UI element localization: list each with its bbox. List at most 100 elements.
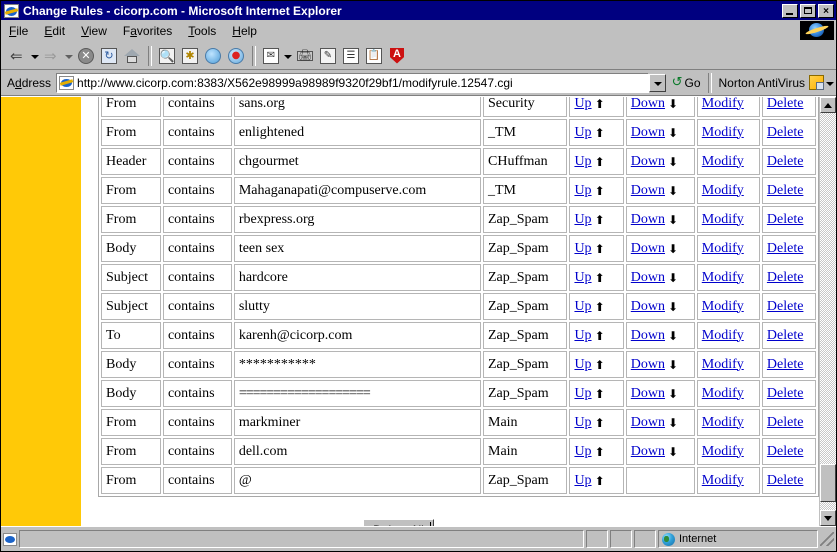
norton-antivirus-tray-icon[interactable]	[809, 75, 824, 90]
modify-link[interactable]: Modify	[702, 183, 744, 199]
modify-link[interactable]: Modify	[702, 473, 744, 489]
address-dropdown-button[interactable]	[648, 73, 666, 92]
move-up-link[interactable]: Up	[574, 270, 591, 286]
move-up-cell-arrow-icon: ⬆	[594, 299, 605, 314]
mail-icon[interactable]: ✉	[260, 45, 282, 67]
modify-link[interactable]: Modify	[702, 125, 744, 141]
forward-icon[interactable]: ⇒	[41, 45, 63, 67]
search-icon[interactable]: 🔍	[156, 45, 178, 67]
delete-link[interactable]: Delete	[767, 415, 804, 431]
refresh-icon[interactable]: ↻	[98, 45, 120, 67]
move-up-link[interactable]: Up	[574, 241, 591, 257]
move-down-link[interactable]: Down	[631, 444, 665, 460]
move-up-link[interactable]: Up	[574, 212, 591, 228]
delete-all-button[interactable]: Delete All	[363, 519, 434, 526]
delete-link[interactable]: Delete	[767, 183, 804, 199]
menu-item-file[interactable]: File	[1, 22, 36, 40]
move-up-link[interactable]: Up	[574, 125, 591, 141]
scroll-up-button[interactable]	[820, 97, 836, 113]
move-up-cell: Up ⬆	[569, 293, 624, 320]
close-button[interactable]: ×	[818, 3, 834, 18]
edit-icon[interactable]: ✎	[317, 45, 339, 67]
move-up-link[interactable]: Up	[574, 299, 591, 315]
modify-link[interactable]: Modify	[702, 154, 744, 170]
norton-antivirus-icon[interactable]	[386, 45, 408, 67]
delete-link[interactable]: Delete	[767, 97, 804, 112]
vertical-scrollbar[interactable]	[819, 97, 836, 526]
move-down-link[interactable]: Down	[631, 270, 665, 286]
modify-link[interactable]: Modify	[702, 328, 744, 344]
move-up-link[interactable]: Up	[574, 328, 591, 344]
delete-link[interactable]: Delete	[767, 299, 804, 315]
delete-cell: Delete	[761, 264, 816, 291]
delete-link[interactable]: Delete	[767, 357, 804, 373]
discuss-icon[interactable]: ☰	[340, 45, 362, 67]
move-down-link[interactable]: Down	[631, 212, 665, 228]
delete-link[interactable]: Delete	[767, 473, 804, 489]
modify-link[interactable]: Modify	[702, 415, 744, 431]
home-icon[interactable]	[121, 45, 143, 67]
move-down-link[interactable]: Down	[631, 241, 665, 257]
move-up-link[interactable]: Up	[574, 444, 591, 460]
delete-link[interactable]: Delete	[767, 241, 804, 257]
back-icon[interactable]: ⇐	[7, 45, 29, 67]
go-button[interactable]: ↺ Go	[667, 75, 708, 90]
delete-link[interactable]: Delete	[767, 125, 804, 141]
move-up-link[interactable]: Up	[574, 97, 591, 112]
menu-item-help[interactable]: Help	[224, 22, 265, 40]
minimize-button[interactable]	[782, 3, 798, 18]
resize-grip[interactable]	[820, 532, 834, 546]
move-down-link[interactable]: Down	[631, 125, 665, 141]
move-down-link[interactable]: Down	[631, 328, 665, 344]
channels-icon[interactable]: ●	[225, 45, 247, 67]
modify-link[interactable]: Modify	[702, 444, 744, 460]
delete-link[interactable]: Delete	[767, 444, 804, 460]
modify-link[interactable]: Modify	[702, 212, 744, 228]
scroll-down-button[interactable]	[820, 510, 836, 526]
favorites-icon[interactable]: ✱	[179, 45, 201, 67]
move-up-link[interactable]: Up	[574, 415, 591, 431]
modify-link[interactable]: Modify	[702, 97, 744, 112]
modify-link[interactable]: Modify	[702, 270, 744, 286]
move-down-link[interactable]: Down	[631, 183, 665, 199]
copy-icon[interactable]: 📋	[363, 45, 385, 67]
modify-link[interactable]: Modify	[702, 357, 744, 373]
move-up-link[interactable]: Up	[574, 386, 591, 402]
forward-dropdown-icon[interactable]	[64, 45, 73, 67]
modify-link[interactable]: Modify	[702, 299, 744, 315]
move-up-link[interactable]: Up	[574, 183, 591, 199]
modify-link[interactable]: Modify	[702, 386, 744, 402]
move-down-cell: Down ⬇	[625, 235, 695, 262]
menu-item-tools[interactable]: Tools	[180, 22, 224, 40]
delete-link[interactable]: Delete	[767, 270, 804, 286]
menu-item-edit[interactable]: Edit	[36, 22, 73, 40]
move-up-link[interactable]: Up	[574, 357, 591, 373]
norton-antivirus-label[interactable]: Norton AntiVirus	[712, 76, 810, 90]
delete-link[interactable]: Delete	[767, 212, 804, 228]
menu-item-view[interactable]: View	[73, 22, 115, 40]
move-up-link[interactable]: Up	[574, 473, 591, 489]
delete-link[interactable]: Delete	[767, 328, 804, 344]
move-down-link[interactable]: Down	[631, 154, 665, 170]
move-down-link[interactable]: Down	[631, 299, 665, 315]
modify-link[interactable]: Modify	[702, 241, 744, 257]
move-down-link[interactable]: Down	[631, 97, 665, 112]
back-dropdown-icon[interactable]	[30, 45, 39, 67]
move-up-link[interactable]: Up	[574, 154, 591, 170]
address-input[interactable]: http://www.cicorp.com:8383/X562e98999a98…	[56, 72, 649, 93]
move-down-link[interactable]: Down	[631, 357, 665, 373]
move-down-link[interactable]: Down	[631, 415, 665, 431]
print-icon[interactable]: 🖨	[294, 45, 316, 67]
history-icon[interactable]	[202, 45, 224, 67]
security-zone[interactable]: Internet	[658, 530, 818, 548]
delete-link[interactable]: Delete	[767, 154, 804, 170]
scrollbar-thumb[interactable]	[820, 464, 836, 502]
norton-dropdown-icon[interactable]	[824, 73, 836, 93]
scrollbar-track[interactable]	[820, 113, 836, 510]
menu-item-favorites[interactable]: Favorites	[115, 22, 180, 40]
delete-link[interactable]: Delete	[767, 386, 804, 402]
stop-icon[interactable]: ✕	[75, 45, 97, 67]
maximize-button[interactable]	[800, 3, 816, 18]
move-down-link[interactable]: Down	[631, 386, 665, 402]
mail-dropdown-icon[interactable]	[283, 45, 292, 67]
